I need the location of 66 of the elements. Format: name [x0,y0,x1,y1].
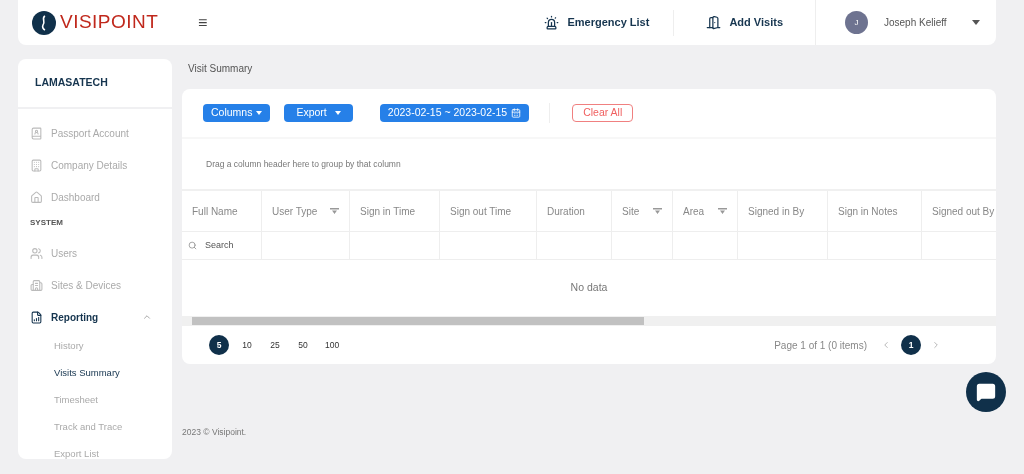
user-avatar: J [845,11,868,34]
add-visits-link[interactable]: Add Visits [674,14,815,31]
chat-icon [976,382,996,402]
passport-icon [30,126,43,140]
emergency-list-link[interactable]: Emergency List [520,14,674,31]
group-hint: Drag a column header here to group by that column [205,157,402,171]
filter-icon [653,208,662,214]
search-icon [188,240,197,251]
nav-item[interactable]: Dashboard [18,181,172,213]
report-icon [30,310,43,324]
nav-item[interactable]: Passport Account [18,117,172,149]
column-header[interactable]: Signed in By [738,191,828,231]
building-icon [30,278,43,292]
door-icon [706,15,722,30]
column-header[interactable]: Sign out Time [440,191,537,231]
page-info: Page 1 of 1 (0 items) [774,338,867,353]
filter-icon [718,208,727,214]
column-header[interactable]: Duration [537,191,612,231]
chat-button[interactable] [966,372,1006,412]
page-size-option[interactable]: 25 [265,335,285,355]
nav-item[interactable]: Users [18,237,172,269]
org-name: LAMASATECH [18,59,172,109]
nav-item[interactable]: Sites & Devices [18,269,172,301]
empty-message: No data [569,280,609,296]
column-header[interactable]: Sign in Time [350,191,440,231]
caret-icon [334,111,341,115]
page-size-option[interactable]: 100 [321,335,344,355]
date-range-button[interactable]: 2023-02-15 ~ 2023-02-15 [379,104,530,122]
nav-item[interactable]: Reporting [18,301,172,333]
nav-subitem[interactable]: History [18,333,172,360]
footer-text: 2023 © Visipoint. [182,426,248,439]
chevron-left-icon[interactable] [881,340,891,350]
nav-subitem[interactable]: Visits Summary [18,360,172,387]
users-icon [30,246,43,260]
columns-button[interactable]: Columns [203,104,271,122]
chevron-right-icon[interactable] [931,340,941,350]
filter-icon [330,208,339,214]
column-header[interactable]: User Type [262,191,350,231]
siren-icon [544,15,560,30]
page-size-option[interactable]: 10 [237,335,257,355]
calendar-icon [511,108,522,118]
export-button[interactable]: Export [284,104,353,122]
page-title: Visit Summary [187,62,254,76]
column-header[interactable]: Sign in Notes [828,191,922,231]
column-header[interactable]: Area [673,191,738,231]
column-header[interactable]: Site [612,191,673,231]
caret-icon [972,20,980,25]
column-header[interactable]: Full Name [182,191,262,231]
section-label: SYSTEM [29,217,64,229]
page-size-option[interactable]: 50 [293,335,313,355]
nav-item[interactable]: Company Details [18,149,172,181]
nav-subitem[interactable]: Timesheet [18,387,172,414]
search-field[interactable]: Search [205,238,255,253]
clear-all-button[interactable]: Clear All [572,104,634,122]
column-header[interactable]: Signed out By [922,191,996,231]
building-icon [30,158,43,172]
nav-subitem[interactable]: Track and Trace [18,414,172,441]
house-icon [30,190,43,204]
logo-text: VISIPOINT [60,10,159,35]
logo-icon [32,10,56,35]
page-number[interactable]: 1 [901,335,921,355]
nav-subitem[interactable]: Export List [18,441,172,459]
user-menu[interactable]: J Joseph Kelieff [816,11,996,34]
menu-button[interactable]: ≡ [198,10,208,35]
page-size-option[interactable]: 5 [209,335,229,355]
caret-icon [256,111,263,115]
